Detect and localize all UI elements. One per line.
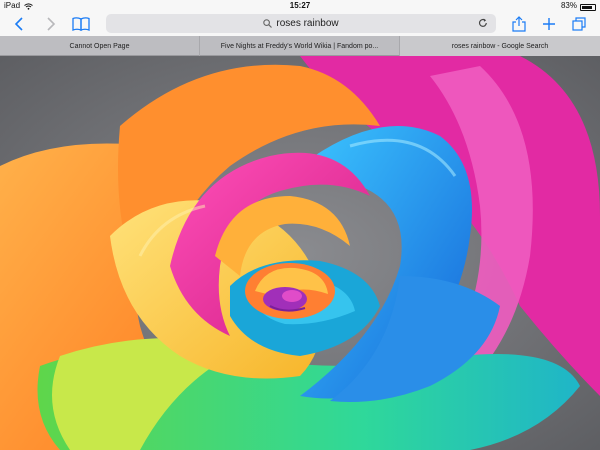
browser-toolbar: roses rainbow — [0, 12, 600, 36]
back-button[interactable] — [8, 14, 30, 34]
tab-cannot-open-page[interactable]: Cannot Open Page — [0, 36, 200, 56]
book-icon — [72, 17, 90, 31]
rainbow-rose-image — [0, 56, 600, 450]
new-tab-button[interactable] — [538, 14, 560, 34]
page-content[interactable] — [0, 56, 600, 450]
bookmarks-button[interactable] — [70, 14, 92, 34]
share-button[interactable] — [508, 14, 530, 34]
tab-roses-rainbow[interactable]: roses rainbow - Google Search — [400, 36, 600, 56]
reload-button[interactable] — [476, 16, 490, 30]
share-icon — [512, 16, 526, 32]
plus-icon — [543, 18, 555, 30]
tab-label: roses rainbow - Google Search — [451, 42, 549, 50]
tab-label: Cannot Open Page — [69, 42, 130, 50]
tabs-icon — [572, 17, 586, 31]
tab-fnaf-wikia[interactable]: Five Nights at Freddy's World Wikia | Fa… — [200, 36, 400, 56]
tab-label: Five Nights at Freddy's World Wikia | Fa… — [220, 42, 379, 50]
chevron-left-icon — [14, 17, 23, 31]
battery-percent: 83% — [560, 1, 577, 10]
tab-bar: Cannot Open Page Five Nights at Freddy's… — [0, 36, 600, 56]
status-bar: iPad 15:27 83% — [0, 0, 600, 12]
address-bar[interactable]: roses rainbow — [106, 14, 496, 33]
forward-button[interactable] — [40, 14, 62, 34]
battery-icon — [580, 3, 596, 11]
battery-level — [582, 5, 592, 9]
search-icon — [263, 19, 273, 28]
search-text: roses rainbow — [276, 18, 339, 29]
chevron-right-icon — [47, 17, 56, 31]
status-right: 83% — [561, 0, 596, 12]
tabs-overview-button[interactable] — [568, 14, 590, 34]
reload-icon — [478, 18, 487, 27]
status-time: 15:27 — [289, 1, 311, 10]
